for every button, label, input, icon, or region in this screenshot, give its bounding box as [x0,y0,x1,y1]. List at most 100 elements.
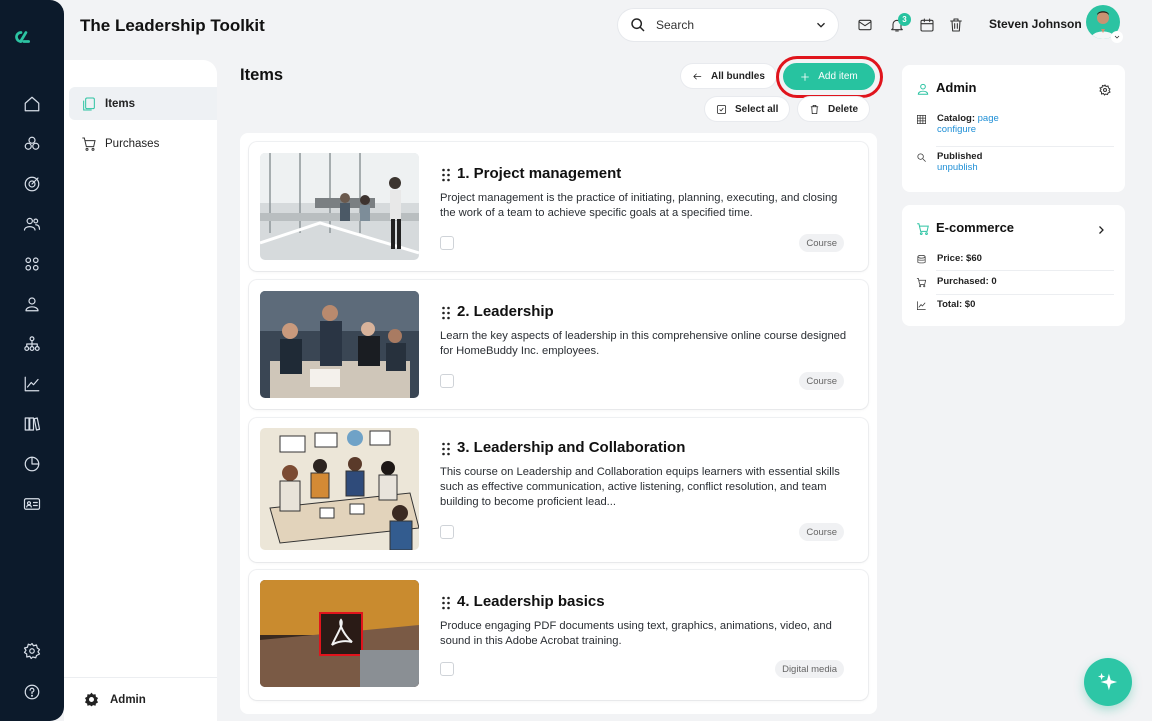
gear-icon[interactable] [1099,83,1111,96]
analytics-icon[interactable] [22,374,42,394]
courses-icon[interactable] [22,134,42,154]
sidebar-item-purchases[interactable]: Purchases [69,127,217,160]
item-title[interactable]: 3. Leadership and Collaboration [457,439,685,456]
items-icon [83,97,95,110]
select-all-label: Select all [735,103,779,115]
course-thumbnail [260,428,419,550]
sparkle-icon [1097,672,1118,691]
mail-icon[interactable] [857,17,873,33]
course-thumbnail [260,580,419,687]
course-thumbnail [260,153,419,260]
search-bar[interactable]: Search [618,9,838,41]
trash-icon [810,104,819,114]
all-bundles-button[interactable]: All bundles [681,64,776,88]
home-icon[interactable] [22,94,42,114]
drag-handle-icon[interactable] [441,306,451,320]
admin-settings-link[interactable]: Admin [64,677,217,721]
item-type-tag: Digital media [775,660,844,678]
id-card-icon[interactable] [22,494,42,514]
catalog-page-link[interactable]: page [978,113,999,124]
chevron-down-icon[interactable] [1111,31,1123,43]
item-type-tag: Course [799,372,844,390]
list-item[interactable]: 2. Leadership Learn the key aspects of l… [249,280,868,409]
main-nav-rail [0,0,64,721]
item-title[interactable]: 1. Project management [457,165,621,182]
item-title[interactable]: 4. Leadership basics [457,593,605,610]
price-row: Price: $60 [916,253,1114,265]
total-row: Total: $0 [916,299,1114,311]
select-all-button[interactable]: Select all [705,97,790,121]
list-item[interactable]: 3. Leadership and Collaboration This cou… [249,418,868,562]
sidebar-item-label: Purchases [105,137,160,150]
reports-icon[interactable] [22,454,42,474]
item-title[interactable]: 2. Leadership [457,303,554,320]
cart-icon [82,137,96,151]
check-square-icon [716,104,727,114]
section-sidebar: Items Purchases Admin [64,60,217,721]
users-icon[interactable] [22,214,42,234]
trash-icon[interactable] [948,17,964,33]
cart-icon [916,278,927,288]
item-description: Learn the key aspects of leadership in t… [440,330,847,357]
drag-handle-icon[interactable] [441,596,451,610]
item-type-tag: Course [799,523,844,541]
item-checkbox[interactable] [440,525,454,539]
gear-icon [84,692,99,707]
chevron-right-icon[interactable] [1095,223,1107,235]
highlight-annotation [776,56,883,98]
chevron-down-icon[interactable] [814,18,828,32]
library-icon[interactable] [22,414,42,434]
item-checkbox[interactable] [440,236,454,250]
delete-label: Delete [828,103,859,115]
catalog-configure-link[interactable]: configure [937,124,976,135]
chart-line-icon [917,301,926,310]
ecommerce-title: E-commerce [936,220,1015,235]
item-description: Project management is the practice of in… [440,192,838,219]
delete-button[interactable]: Delete [798,97,870,121]
org-chart-icon[interactable] [22,334,42,354]
item-checkbox[interactable] [440,374,454,388]
course-thumbnail [260,291,419,398]
search-icon [917,153,926,162]
published-row: Published unpublish [916,151,1114,173]
admin-title: Admin [936,80,977,95]
search-placeholder[interactable]: Search [656,18,814,32]
item-description: This course on Leadership and Collaborat… [440,466,840,508]
brand-logo[interactable] [12,28,52,62]
ai-assistant-button[interactable] [1084,658,1132,706]
drag-handle-icon[interactable] [441,168,451,182]
coins-icon [917,255,926,264]
published-label: Published [937,151,983,162]
admin-label: Admin [110,693,146,706]
search-icon [631,18,645,32]
list-item[interactable]: 4. Leadership basics Produce engaging PD… [249,570,868,700]
help-icon[interactable] [22,682,42,702]
divider [936,146,1114,147]
drag-handle-icon[interactable] [441,442,451,456]
purchased-label: Purchased: 0 [937,276,997,287]
sidebar-item-items[interactable]: Items [69,87,217,120]
admin-card: Admin Catalog: page configure Published … [902,65,1125,192]
ecommerce-card[interactable]: E-commerce Price: $60 Purchased: 0 Total… [902,205,1125,326]
price-label: Price: $60 [937,253,982,264]
sidebar-item-label: Items [105,97,136,110]
calendar-icon[interactable] [919,17,935,33]
item-type-tag: Course [799,234,844,252]
target-icon[interactable] [22,174,42,194]
item-checkbox[interactable] [440,662,454,676]
catalog-label: Catalog: [937,113,975,124]
user-name[interactable]: Steven Johnson [989,17,1082,31]
item-description: Produce engaging PDF documents using tex… [440,620,832,647]
unpublish-link[interactable]: unpublish [937,162,978,173]
page-title: Items [240,66,284,84]
total-label: Total: $0 [937,299,976,310]
grid-icon [917,115,926,124]
apps-icon[interactable] [22,254,42,274]
cart-icon [916,222,930,236]
divider [936,270,1114,271]
settings-icon[interactable] [22,641,42,661]
list-item[interactable]: 1. Project management Project management… [249,142,868,271]
admin-user-icon [916,82,930,96]
arrow-left-icon [693,72,702,80]
profile-icon[interactable] [22,294,42,314]
